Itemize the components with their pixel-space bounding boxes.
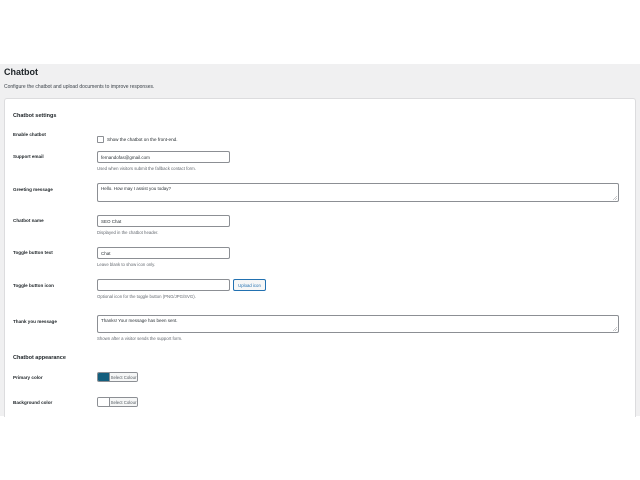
toggle-text-label: Toggle button text [13, 250, 53, 255]
support-email-input[interactable]: fernandofas@gmail.com [97, 151, 230, 163]
chatbot-name-field: SEO Chat Displayed in the chatbot header… [97, 215, 230, 235]
background-color-picker[interactable]: Select Colour [97, 397, 138, 407]
toggle-icon-hint: Optional icon for the toggle button (PNG… [97, 294, 196, 299]
toggle-text-input[interactable]: Chat [97, 247, 230, 259]
greeting-message-label: Greeting message [13, 187, 53, 192]
chatbot-name-input[interactable]: SEO Chat [97, 215, 230, 227]
greeting-message-textarea[interactable]: Hello. How may I assist you today? [97, 183, 619, 202]
greeting-message-field: Hello. How may I assist you today? [97, 183, 619, 202]
admin-content: Chatbot Configure the chatbot and upload… [0, 64, 640, 417]
support-email-hint: Used when visitors submit the fallback c… [97, 166, 196, 171]
thank-you-textarea[interactable]: Thanks! Your message has been sent. [97, 315, 619, 333]
toggle-text-hint: Leave blank to show icon only. [97, 262, 156, 267]
settings-card: Chatbot settings Enable chatbot Show the… [4, 98, 636, 417]
background-color-field: Select Colour [97, 397, 138, 407]
primary-select-colour-button[interactable]: Select Colour [109, 373, 137, 381]
resize-grip-icon[interactable] [613, 327, 617, 331]
greeting-message-text: Hello. How may I assist you today? [101, 186, 172, 191]
toggle-text-field: Chat Leave blank to show icon only. [97, 247, 230, 267]
page-title: Chatbot [4, 67, 38, 77]
enable-chatbot-checkbox[interactable] [97, 136, 104, 144]
background-color-swatch[interactable] [98, 398, 109, 406]
primary-color-field: Select Colour [97, 372, 138, 382]
chatbot-name-hint: Displayed in the chatbot header. [97, 230, 159, 235]
support-email-field: fernandofas@gmail.com Used when visitors… [97, 151, 230, 171]
background-select-colour-button[interactable]: Select Colour [109, 398, 137, 406]
primary-color-swatch[interactable] [98, 373, 109, 381]
chatbot-name-label: Chatbot name [13, 218, 44, 223]
page-description: Configure the chatbot and upload documen… [4, 84, 155, 90]
section-title-appearance: Chatbot appearance [13, 355, 66, 361]
enable-chatbot-field: Show the chatbot on the front-end. [97, 131, 178, 149]
enable-chatbot-checkbox-label[interactable]: Show the chatbot on the front-end. [107, 137, 178, 142]
support-email-label: Support email [13, 154, 44, 159]
section-title-settings: Chatbot settings [13, 113, 57, 119]
enable-chatbot-label: Enable chatbot [13, 132, 46, 137]
primary-color-picker[interactable]: Select Colour [97, 372, 138, 382]
toggle-icon-field: Upload icon Optional icon for the toggle… [97, 279, 266, 299]
toggle-icon-input[interactable] [97, 279, 230, 291]
thank-you-label: Thank you message [13, 319, 57, 324]
thank-you-text: Thanks! Your message has been sent. [101, 318, 178, 323]
thank-you-field: Thanks! Your message has been sent. Show… [97, 315, 619, 341]
resize-grip-icon[interactable] [613, 196, 617, 200]
primary-color-label: Primary color [13, 375, 43, 380]
toggle-icon-label: Toggle button icon [13, 283, 54, 288]
thank-you-hint: Shown after a visitor sends the support … [97, 336, 183, 341]
upload-icon-button[interactable]: Upload icon [233, 279, 266, 291]
background-color-label: Background color [13, 400, 53, 405]
